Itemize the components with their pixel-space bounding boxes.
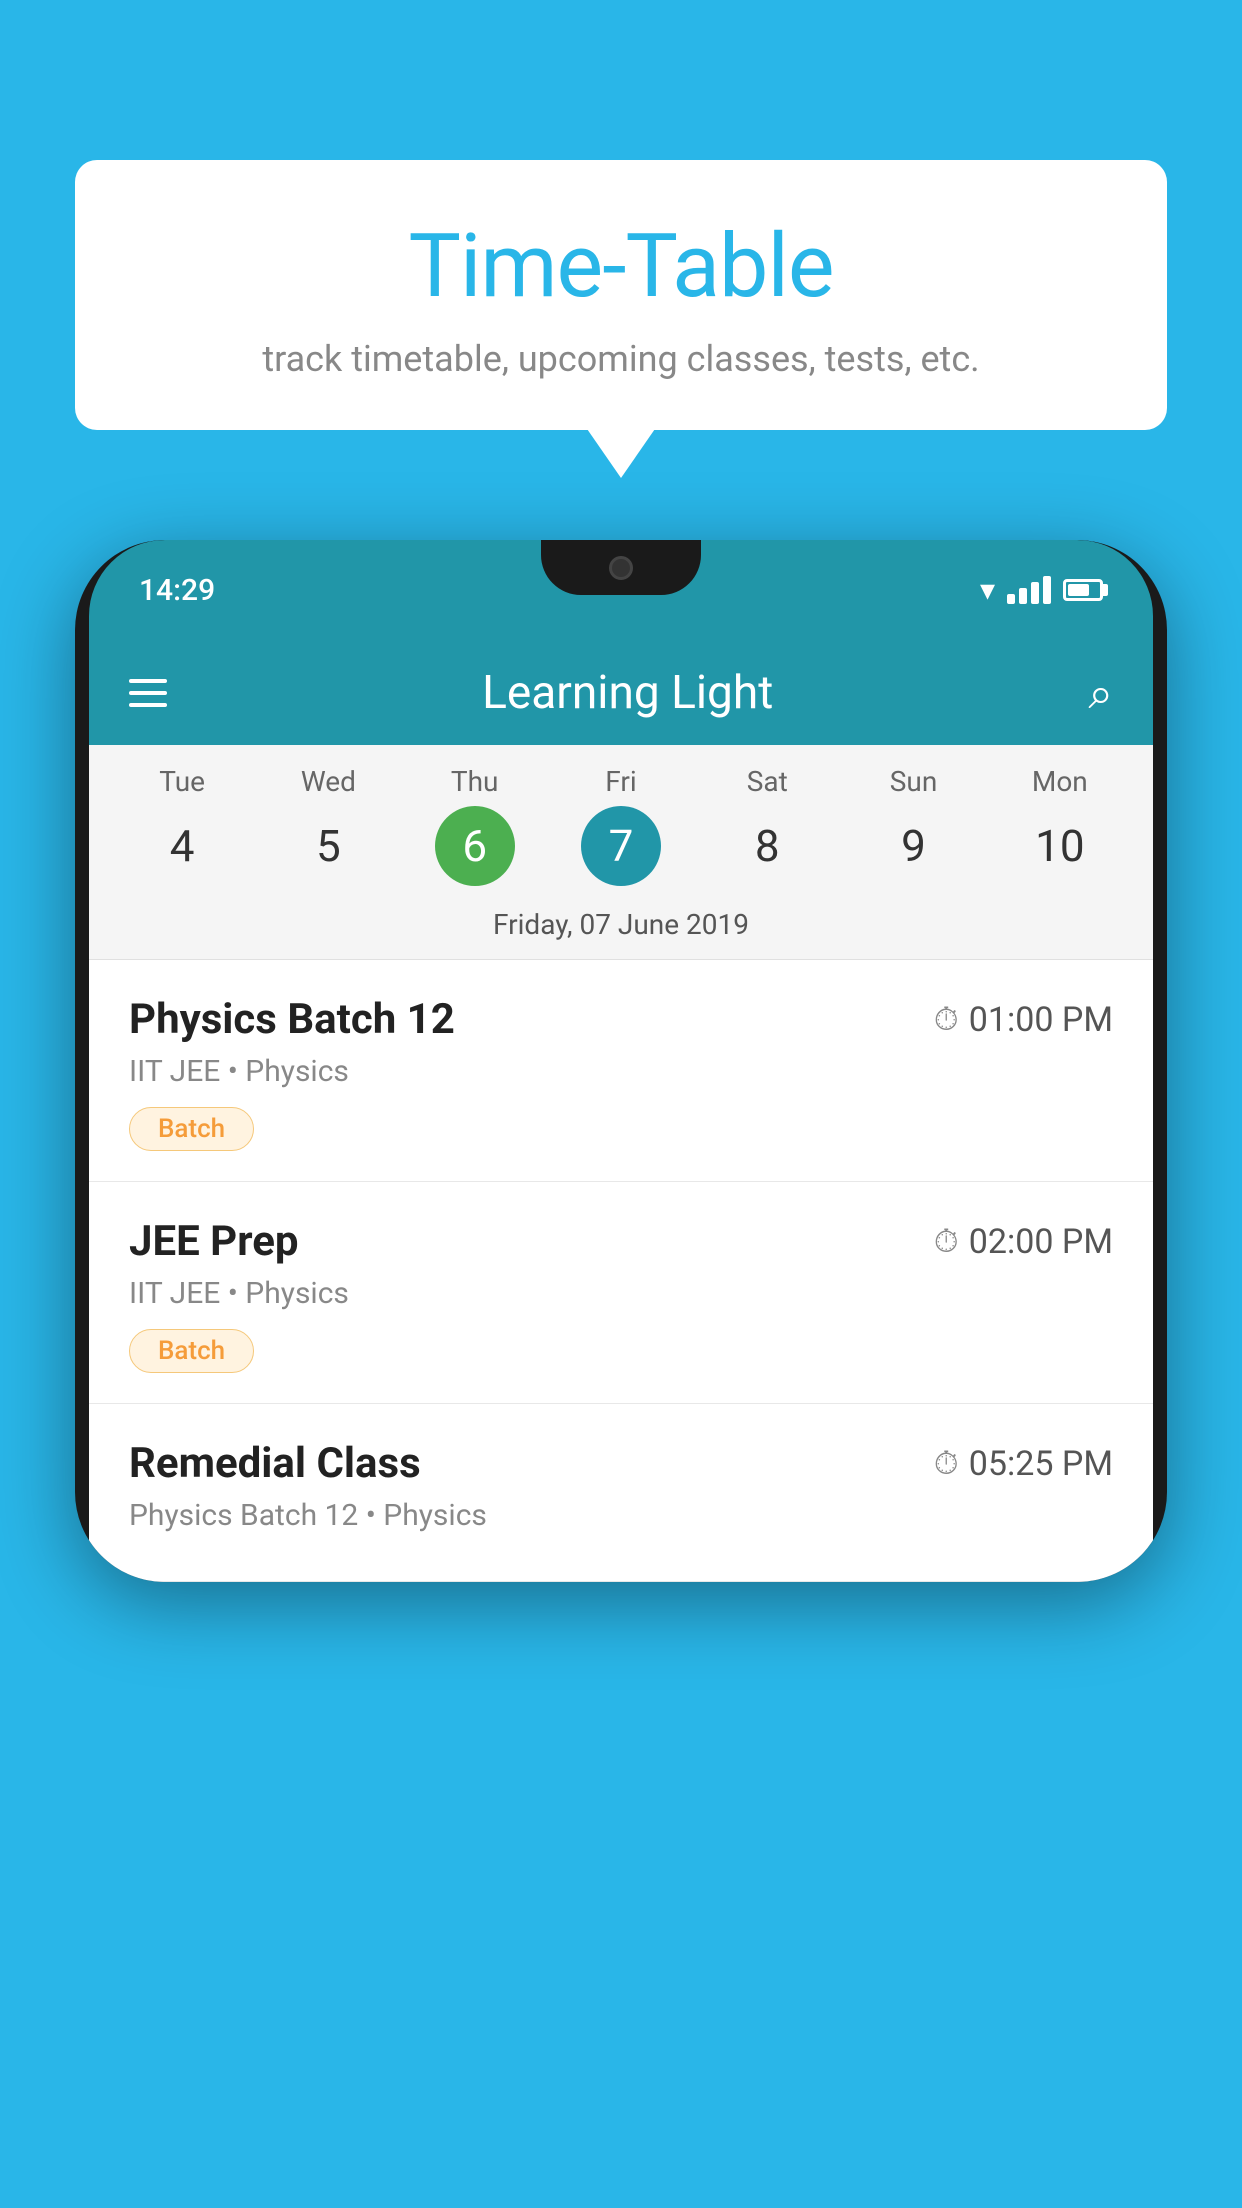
day-number[interactable]: 8	[727, 806, 807, 886]
day-col-9[interactable]: Sun 9	[854, 765, 974, 886]
speech-bubble: Time-Table track timetable, upcoming cla…	[75, 160, 1167, 430]
schedule-item[interactable]: JEE Prep ⏱ 02:00 PM IIT JEE • Physics Batch	[89, 1182, 1153, 1404]
bubble-title: Time-Table	[135, 215, 1107, 318]
day-number[interactable]: 6	[435, 806, 515, 886]
menu-button[interactable]	[129, 679, 167, 707]
schedule-item-name: Remedial Class	[129, 1439, 421, 1488]
day-name: Thu	[451, 765, 499, 798]
app-header: Learning Light ⌕	[89, 640, 1153, 745]
status-icons: ▾	[980, 573, 1103, 608]
schedule-item-sub: IIT JEE • Physics	[129, 1276, 1113, 1311]
status-time: 14:29	[139, 573, 215, 608]
day-col-10[interactable]: Mon 10	[1000, 765, 1120, 886]
day-col-6[interactable]: Thu 6	[415, 765, 535, 886]
day-number[interactable]: 9	[874, 806, 954, 886]
phone-container: 14:29 ▾	[75, 540, 1167, 2208]
calendar-strip: Tue 4 Wed 5 Thu 6 Fri 7 Sat 8 Sun 9 Mon 10 Friday, 07…	[89, 745, 1153, 960]
bubble-subtitle: track timetable, upcoming classes, tests…	[135, 338, 1107, 380]
batch-tag: Batch	[129, 1329, 254, 1373]
day-number[interactable]: 10	[1020, 806, 1100, 886]
camera	[609, 556, 633, 580]
clock-icon: ⏱	[934, 1222, 959, 1261]
schedule-item-name: JEE Prep	[129, 1217, 299, 1266]
batch-tag: Batch	[129, 1107, 254, 1151]
day-number[interactable]: 7	[581, 806, 661, 886]
search-icon[interactable]: ⌕	[1088, 667, 1113, 719]
schedule-item[interactable]: Remedial Class ⏱ 05:25 PM Physics Batch 12 …	[89, 1404, 1153, 1582]
day-col-5[interactable]: Wed 5	[268, 765, 388, 886]
day-col-4[interactable]: Tue 4	[122, 765, 242, 886]
day-number[interactable]: 5	[288, 806, 368, 886]
days-row: Tue 4 Wed 5 Thu 6 Fri 7 Sat 8 Sun 9 Mon 10	[89, 765, 1153, 886]
schedule-list: Physics Batch 12 ⏱ 01:00 PM IIT JEE • Physi…	[89, 960, 1153, 1582]
schedule-item-time: 01:00 PM	[969, 1000, 1113, 1040]
schedule-item-name: Physics Batch 12	[129, 995, 455, 1044]
schedule-item[interactable]: Physics Batch 12 ⏱ 01:00 PM IIT JEE • Physi…	[89, 960, 1153, 1182]
wifi-icon: ▾	[980, 573, 995, 608]
notch	[541, 540, 701, 595]
schedule-item-sub: Physics Batch 12 • Physics	[129, 1498, 1113, 1533]
status-bar: 14:29 ▾	[89, 540, 1153, 640]
schedule-item-sub: IIT JEE • Physics	[129, 1054, 1113, 1089]
day-col-8[interactable]: Sat 8	[707, 765, 827, 886]
day-col-7[interactable]: Fri 7	[561, 765, 681, 886]
day-name: Sat	[747, 765, 788, 798]
schedule-item-time: 05:25 PM	[969, 1444, 1113, 1484]
selected-date: Friday, 07 June 2019	[89, 898, 1153, 960]
day-name: Sun	[890, 765, 938, 798]
battery-icon	[1063, 579, 1103, 601]
phone-mockup: 14:29 ▾	[75, 540, 1167, 1582]
signal-icon	[1007, 576, 1051, 604]
day-name: Mon	[1032, 765, 1088, 798]
clock-icon: ⏱	[934, 1444, 959, 1483]
schedule-item-time: 02:00 PM	[969, 1222, 1113, 1262]
app-title: Learning Light	[482, 666, 773, 720]
day-name: Wed	[301, 765, 356, 798]
day-name: Fri	[605, 765, 636, 798]
day-number[interactable]: 4	[142, 806, 222, 886]
day-name: Tue	[159, 765, 205, 798]
clock-icon: ⏱	[934, 1000, 959, 1039]
